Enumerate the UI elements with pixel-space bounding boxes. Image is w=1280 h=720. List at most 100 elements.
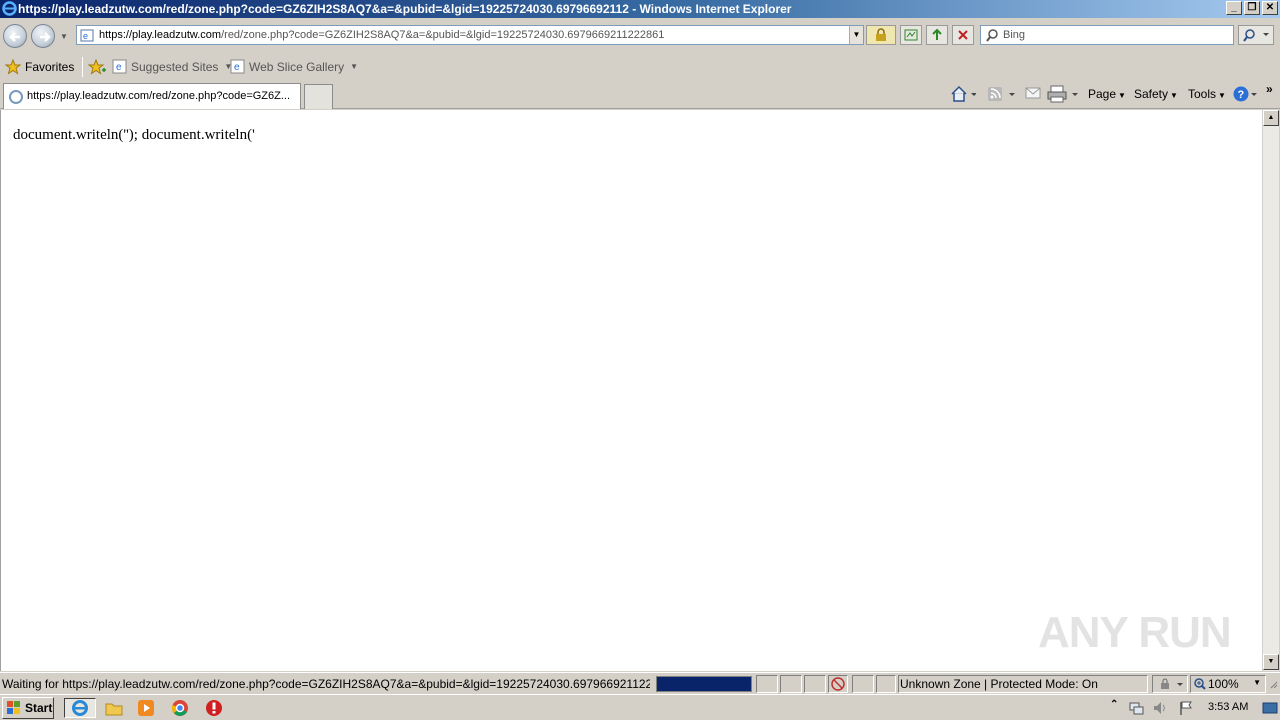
web-slice-gallery-label: Web Slice Gallery xyxy=(249,59,345,74)
loading-icon xyxy=(9,90,23,104)
progress-fill xyxy=(657,677,751,691)
add-favorite-icon xyxy=(88,59,106,75)
status-pane xyxy=(852,675,874,693)
scroll-down-button[interactable]: ▼ xyxy=(1263,654,1279,670)
zoom-dropdown-icon: ▼ xyxy=(1253,678,1261,687)
vertical-scrollbar[interactable]: ▲ ▼ xyxy=(1262,110,1279,671)
zoom-level: 100% xyxy=(1208,677,1239,691)
close-button[interactable]: ✕ xyxy=(1262,1,1278,15)
svg-text:e: e xyxy=(116,62,122,73)
suggested-sites-label: Suggested Sites xyxy=(131,59,219,74)
taskbar-internet-explorer[interactable] xyxy=(64,698,96,718)
security-lock-button[interactable] xyxy=(866,25,896,45)
stop-icon xyxy=(958,30,968,40)
action-center-flag-icon[interactable] xyxy=(1178,700,1194,716)
forward-button[interactable] xyxy=(31,24,55,48)
status-pane xyxy=(780,675,802,693)
show-desktop-icon[interactable] xyxy=(1262,700,1278,716)
window-title-bar[interactable]: https://play.leadzutw.com/red/zone.php?c… xyxy=(0,0,1280,18)
popup-blocker-pane[interactable] xyxy=(828,675,848,693)
status-text: Waiting for https://play.leadzutw.com/re… xyxy=(2,677,650,691)
start-button[interactable]: Start xyxy=(2,697,54,719)
mail-icon xyxy=(1025,87,1041,99)
svg-text:e: e xyxy=(234,62,240,73)
compatibility-view-icon xyxy=(904,29,918,41)
protected-mode-icon xyxy=(1161,678,1183,689)
tab-row: https://play.leadzutw.com/red/zone.php?c… xyxy=(0,80,1280,109)
taskbar-clock[interactable]: 3:53 AM xyxy=(1208,701,1248,713)
toolbar-overflow-icon[interactable]: » xyxy=(1266,82,1273,96)
search-placeholder: Bing xyxy=(1003,29,1026,41)
forward-arrow-icon xyxy=(40,32,51,42)
taskbar-security-app[interactable] xyxy=(202,698,226,718)
svg-text:e: e xyxy=(83,31,88,41)
window-title: https://play.leadzutw.com/red/zone.php?c… xyxy=(18,2,792,16)
help-button[interactable]: ? xyxy=(1232,85,1258,106)
tab-label: https://play.leadzutw.com/red/zone.php?c… xyxy=(27,90,291,102)
anyrun-watermark: ANY RUN xyxy=(1038,608,1232,657)
address-dropdown-icon[interactable]: ▼ xyxy=(849,26,863,44)
recent-pages-dropdown-icon[interactable]: ▼ xyxy=(60,32,68,41)
back-button[interactable] xyxy=(3,24,27,48)
search-go-icon xyxy=(1243,29,1269,42)
page-menu[interactable]: Page ▼ xyxy=(1088,87,1126,101)
web-slice-gallery-dropdown-icon: ▼ xyxy=(350,62,359,71)
popup-blocked-icon xyxy=(831,677,845,691)
new-tab-button[interactable] xyxy=(304,84,333,109)
address-url[interactable]: https://play.leadzutw.com/red/zone.php?c… xyxy=(99,29,664,41)
web-slice-gallery-link[interactable]: e Web Slice Gallery ▼ xyxy=(230,59,358,74)
taskbar-chrome[interactable] xyxy=(168,698,192,718)
rss-feed-icon xyxy=(988,87,1015,101)
status-pane xyxy=(876,675,896,693)
safety-menu[interactable]: Safety ▼ xyxy=(1134,87,1178,101)
windows-taskbar: Start ⌃ 3:53 AM xyxy=(0,694,1280,720)
print-icon xyxy=(1047,85,1078,103)
volume-icon[interactable] xyxy=(1152,700,1168,716)
favorites-star-icon xyxy=(5,59,21,75)
print-button[interactable] xyxy=(1047,85,1081,106)
favorites-label: Favorites xyxy=(25,60,75,74)
page-body-text: document.writeln(''); document.writeln(' xyxy=(13,127,255,143)
search-box[interactable]: Bing xyxy=(980,25,1234,45)
compatibility-view-button[interactable] xyxy=(900,25,922,45)
status-pane xyxy=(804,675,826,693)
stop-button[interactable] xyxy=(952,25,974,45)
network-icon[interactable] xyxy=(1128,700,1144,716)
resize-grip-icon[interactable] xyxy=(1268,679,1278,691)
refresh-button[interactable] xyxy=(926,25,948,45)
svg-text:?: ? xyxy=(1238,89,1245,101)
refresh-icon xyxy=(932,28,942,40)
scroll-up-button[interactable]: ▲ xyxy=(1263,110,1279,126)
suggested-sites-link[interactable]: e Suggested Sites ▼ xyxy=(112,59,232,74)
page-load-progress xyxy=(656,676,752,692)
tools-menu[interactable]: Tools ▼ xyxy=(1188,87,1226,101)
show-hidden-icons-icon[interactable]: ⌃ xyxy=(1110,699,1118,710)
stop-sign-icon xyxy=(206,700,222,716)
taskbar-media-player[interactable] xyxy=(134,698,158,718)
security-settings-pane[interactable] xyxy=(1152,675,1188,693)
address-bar[interactable]: e https://play.leadzutw.com/red/zone.php… xyxy=(76,25,864,45)
restore-button[interactable]: ❐ xyxy=(1244,1,1260,15)
page-content[interactable]: document.writeln(''); document.writeln(' xyxy=(0,110,1262,671)
start-label: Start xyxy=(25,701,53,715)
taskbar-file-explorer[interactable] xyxy=(102,698,126,718)
add-to-favorites-bar-button[interactable] xyxy=(88,59,106,75)
minimize-button[interactable]: _ xyxy=(1226,1,1242,15)
page-icon: e xyxy=(80,29,94,42)
zoom-icon xyxy=(1194,678,1206,690)
tab-active[interactable]: https://play.leadzutw.com/red/zone.php?c… xyxy=(3,83,301,109)
ie-logo-icon xyxy=(2,1,17,16)
favorites-bar: Favorites e Suggested Sites ▼ e Web Slic… xyxy=(0,52,1280,80)
home-icon xyxy=(951,85,977,102)
home-button[interactable] xyxy=(950,85,977,106)
feeds-button[interactable] xyxy=(987,85,1015,106)
zone-status: Unknown Zone | Protected Mode: On xyxy=(900,677,1098,691)
search-go-button[interactable] xyxy=(1238,25,1274,45)
status-bar: Waiting for https://play.leadzutw.com/re… xyxy=(0,672,1280,694)
internet-explorer-icon xyxy=(72,700,88,716)
lock-icon xyxy=(876,28,886,41)
favorites-button[interactable]: Favorites xyxy=(5,59,74,75)
ie-page-icon: e xyxy=(230,59,245,74)
read-mail-button[interactable] xyxy=(1025,86,1041,103)
media-player-icon xyxy=(138,700,154,716)
